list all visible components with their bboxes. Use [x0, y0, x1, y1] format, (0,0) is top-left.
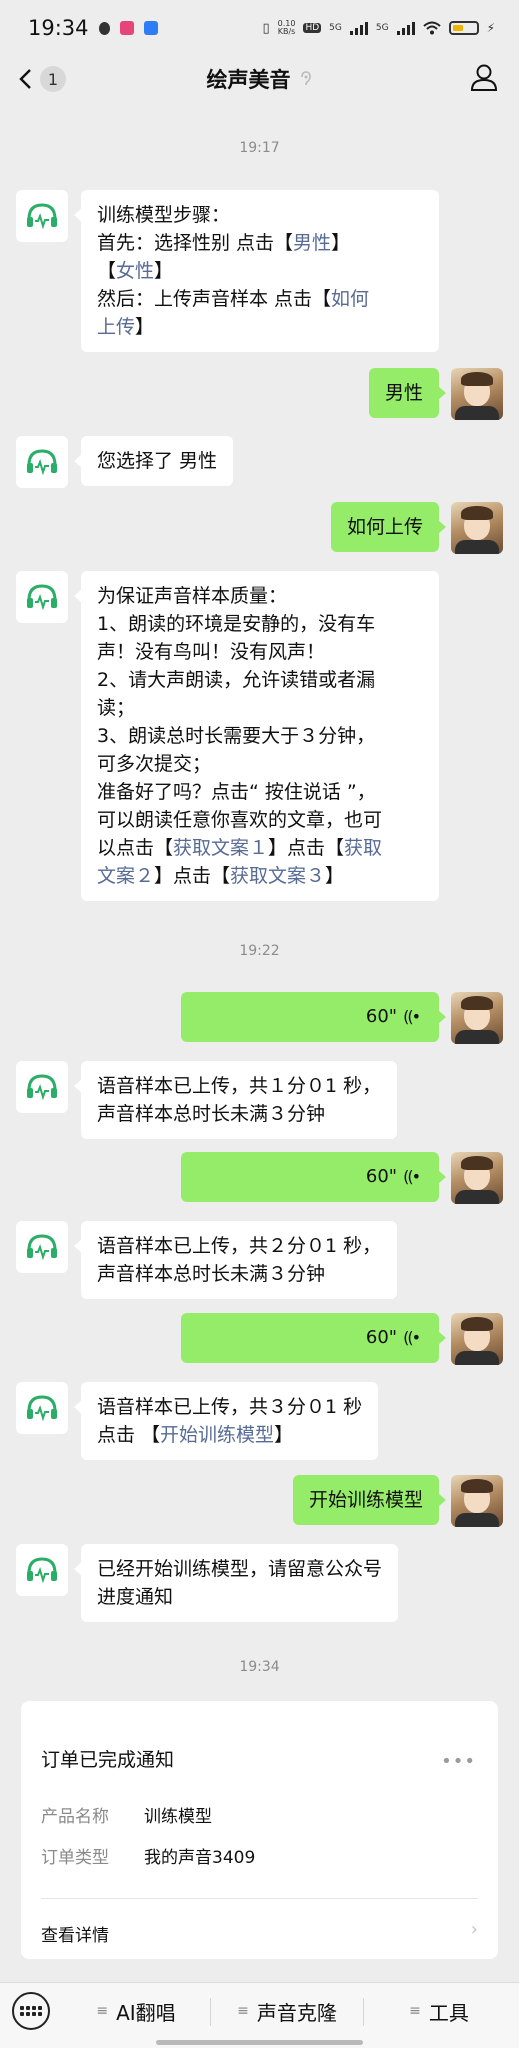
- menu-tools[interactable]: ≡ 工具: [364, 1983, 514, 2039]
- menu-list-icon: ≡: [237, 2003, 249, 2019]
- timestamp: 19:22: [239, 943, 280, 959]
- page-title: 绘声美音: [0, 64, 519, 94]
- user-avatar[interactable]: [451, 368, 503, 420]
- user-icon: [470, 64, 498, 91]
- more-options-icon[interactable]: •••: [441, 1751, 476, 1772]
- card-row: 产品名称 训练模型: [41, 1802, 212, 1827]
- card-row-key: 产品名称: [41, 1807, 109, 1827]
- translate-icon: [143, 21, 158, 35]
- profile-button[interactable]: [469, 62, 499, 92]
- view-details-link[interactable]: 查看详情: [41, 1921, 109, 1946]
- user-avatar[interactable]: [451, 1152, 503, 1204]
- headphones-icon: [27, 1557, 57, 1584]
- chevron-right-icon: ›: [470, 1919, 478, 1940]
- get-script-1-link[interactable]: 获取文案１: [173, 837, 268, 859]
- hearing-icon: [300, 71, 311, 86]
- voice-wave-icon: ((•: [403, 1167, 421, 1186]
- message-bubble[interactable]: 您选择了 男性: [73, 436, 234, 486]
- user-avatar[interactable]: [451, 1313, 503, 1365]
- card-title: 订单已完成通知: [41, 1749, 175, 1771]
- card-row-value: 我的声音3409: [144, 1848, 256, 1868]
- timestamp: 19:17: [239, 140, 280, 156]
- bottom-menu-bar: ≡ AI翻唱 ≡ 声音克隆 ≡ 工具: [0, 1982, 519, 2048]
- message-bubble[interactable]: 男性: [368, 368, 447, 418]
- vibrate-icon: ▯: [262, 20, 270, 36]
- net-speed: 0.10 KB/s: [277, 19, 296, 36]
- charging-icon: ⚡: [486, 21, 495, 35]
- female-link[interactable]: 女性: [116, 260, 154, 282]
- signal-5g-2: 5G: [375, 23, 389, 33]
- message-bubble[interactable]: 语音样本已上传，共１分０1 秒， 声音样本总时长未满３分钟: [73, 1061, 398, 1139]
- card-row-value: 训练模型: [144, 1807, 212, 1827]
- menu-ai-cover[interactable]: ≡ AI翻唱: [62, 1983, 210, 2039]
- bot-avatar[interactable]: [16, 1061, 68, 1113]
- battery-icon: [448, 21, 479, 35]
- how-upload-link[interactable]: 如何: [331, 288, 369, 310]
- signal-5g-1: 5G: [329, 23, 342, 33]
- bot-avatar[interactable]: [16, 1544, 68, 1596]
- user-avatar[interactable]: [451, 502, 503, 554]
- message-bubble[interactable]: 训练模型步骤： 首先：选择性别 点击【男性】 【女性】 然后：上传声音样本 点击…: [74, 190, 439, 352]
- bot-avatar[interactable]: [16, 436, 68, 488]
- home-indicator[interactable]: [156, 2040, 363, 2045]
- message-bubble[interactable]: 语音样本已上传，共３分０1 秒 点击 【开始训练模型】: [73, 1382, 379, 1460]
- get-script-2-link-cont[interactable]: 文案２: [97, 865, 154, 887]
- headphones-icon: [27, 449, 57, 476]
- hd-icon: HD: [303, 23, 322, 33]
- menu-list-icon: ≡: [96, 2003, 109, 2019]
- bot-avatar[interactable]: [16, 190, 68, 242]
- voice-message[interactable]: 60" ((•: [181, 1313, 446, 1363]
- start-training-link[interactable]: 开始训练模型: [160, 1424, 274, 1446]
- card-row: 订单类型 我的声音3409: [41, 1843, 255, 1868]
- message-bubble[interactable]: 开始训练模型: [292, 1475, 447, 1525]
- voice-wave-icon: ((•: [403, 1007, 421, 1026]
- how-upload-link-cont[interactable]: 上传: [97, 316, 135, 338]
- headphones-icon: [27, 1395, 57, 1422]
- message-bubble[interactable]: 如何上传: [330, 502, 447, 552]
- wifi-icon: [422, 21, 441, 35]
- title-bar: 1 绘声美音: [0, 56, 519, 100]
- keyboard-icon: [20, 2006, 42, 2016]
- timestamp: 19:34: [239, 1659, 280, 1675]
- card-row-key: 订单类型: [41, 1848, 109, 1868]
- qq-icon: [98, 21, 110, 35]
- bot-avatar[interactable]: [16, 571, 68, 623]
- user-avatar[interactable]: [451, 992, 503, 1044]
- app-notify-icon: [119, 21, 134, 35]
- signal-icon: [349, 21, 368, 35]
- headphones-icon: [27, 1074, 57, 1101]
- voice-message[interactable]: 60" ((•: [181, 1152, 446, 1202]
- menu-list-icon: ≡: [409, 2003, 421, 2019]
- signal-icon-2: [396, 21, 415, 35]
- keyboard-toggle-button[interactable]: [12, 1992, 50, 2030]
- headphones-icon: [27, 1234, 57, 1261]
- male-link[interactable]: 男性: [293, 232, 331, 254]
- card-divider: [41, 1898, 478, 1899]
- get-script-2-link[interactable]: 获取: [344, 837, 382, 859]
- message-bubble[interactable]: 已经开始训练模型，请留意公众号 进度通知: [73, 1544, 399, 1622]
- voice-message[interactable]: 60" ((•: [181, 992, 446, 1042]
- status-bar: 19:34 ▯ 0.10 KB/s HD 5G 5G ⚡: [0, 0, 519, 56]
- voice-wave-icon: ((•: [403, 1328, 421, 1347]
- headphones-icon: [27, 203, 57, 230]
- menu-voice-clone[interactable]: ≡ 声音克隆: [211, 1983, 363, 2039]
- bot-avatar[interactable]: [16, 1382, 68, 1434]
- message-bubble[interactable]: 为保证声音样本质量： 1、朗读的环境是安静的，没有车 声！没有鸟叫！没有风声！ …: [74, 571, 439, 901]
- bot-avatar[interactable]: [16, 1221, 68, 1273]
- headphones-icon: [27, 584, 57, 611]
- message-bubble[interactable]: 语音样本已上传，共２分０1 秒， 声音样本总时长未满３分钟: [73, 1221, 398, 1299]
- get-script-3-link[interactable]: 获取文案３: [230, 865, 325, 887]
- status-time: 19:34: [28, 16, 89, 40]
- user-avatar[interactable]: [451, 1475, 503, 1527]
- order-notification-card[interactable]: 订单已完成通知 ••• 产品名称 训练模型 订单类型 我的声音3409 查看详情…: [21, 1701, 498, 1959]
